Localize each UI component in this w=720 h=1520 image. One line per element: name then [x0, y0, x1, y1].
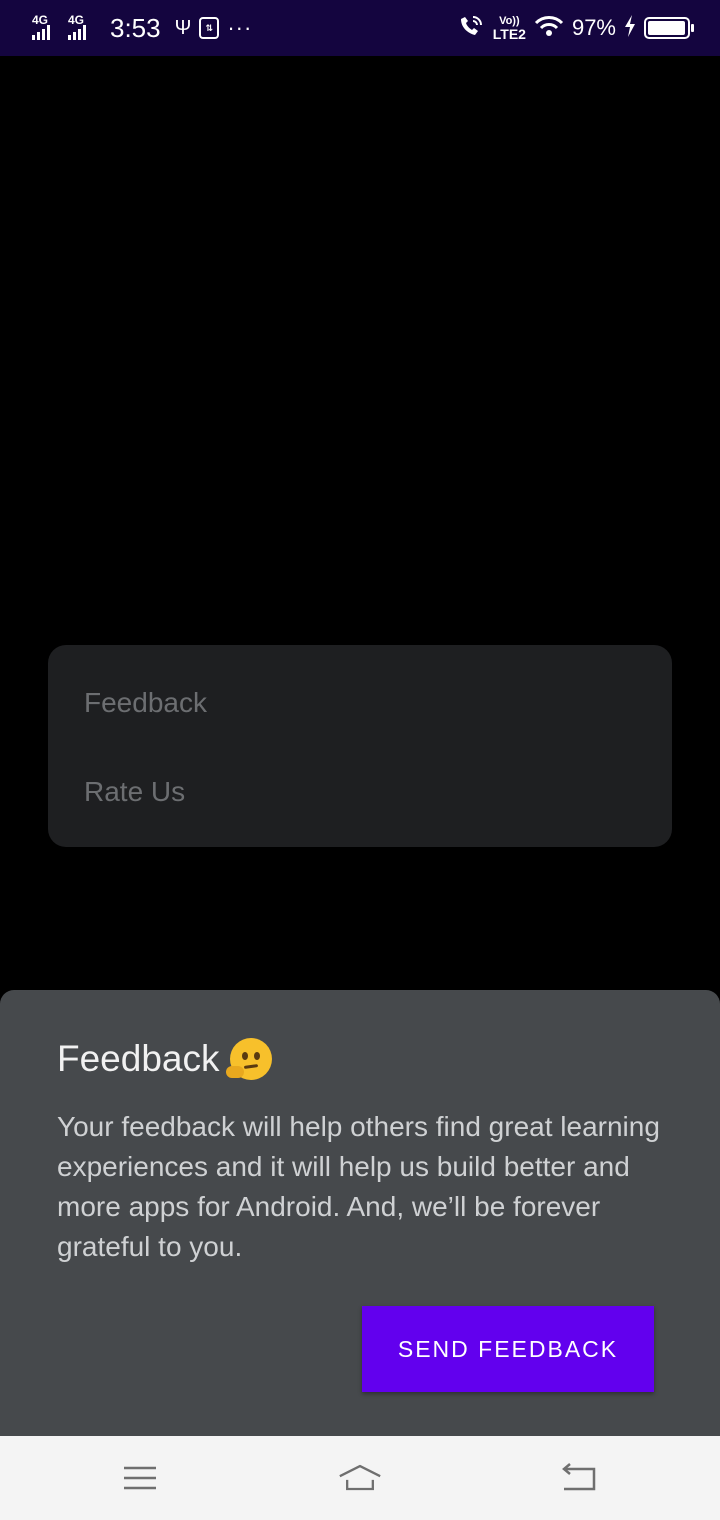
back-icon[interactable]: [556, 1458, 600, 1498]
sheet-title: Feedback: [57, 1038, 220, 1079]
volte-bottom-label: LTE2: [492, 26, 526, 42]
menu-item-feedback[interactable]: Feedback: [84, 687, 207, 719]
sheet-body-text: Your feedback will help others find grea…: [57, 1111, 660, 1262]
sheet-title-row: Feedback: [57, 1038, 272, 1080]
battery-fill: [648, 21, 685, 35]
charging-icon: [624, 14, 636, 42]
signal-1-icon: 4G: [32, 14, 60, 42]
screen: 4G 4G 3:53 Ψ ⇅ ··· Vo)) LTE2 97% Feedbac…: [0, 0, 720, 1520]
feedback-bottom-sheet: Feedback Your feedback will help others …: [0, 990, 720, 1436]
thinking-face-icon: [225, 1038, 272, 1080]
volte-icon: Vo)) LTE2: [493, 15, 526, 41]
wifi-calling-icon: [457, 13, 485, 44]
signal-2-icon: 4G: [68, 14, 96, 42]
clock: 3:53: [110, 12, 161, 43]
battery-percent: 97%: [571, 15, 616, 40]
battery-icon: [644, 17, 694, 39]
menu-card: Feedback Rate Us: [48, 645, 672, 847]
status-bar-right: Vo)) LTE2 97%: [457, 13, 694, 44]
menu-item-rate-us[interactable]: Rate Us: [84, 776, 185, 808]
menu-icon[interactable]: [118, 1458, 162, 1498]
status-bar-left: 4G 4G 3:53 Ψ ⇅ ···: [32, 13, 252, 44]
wifi-icon: [534, 15, 564, 42]
send-feedback-button[interactable]: SEND FEEDBACK: [362, 1306, 654, 1392]
navigation-bar: [0, 1436, 720, 1520]
status-bar: 4G 4G 3:53 Ψ ⇅ ··· Vo)) LTE2 97%: [0, 0, 720, 56]
more-notifications-icon: ···: [227, 15, 253, 40]
usb-debug-icon: ⇅: [199, 17, 220, 39]
usb-icon: Ψ: [174, 17, 192, 39]
home-icon[interactable]: [338, 1458, 382, 1498]
